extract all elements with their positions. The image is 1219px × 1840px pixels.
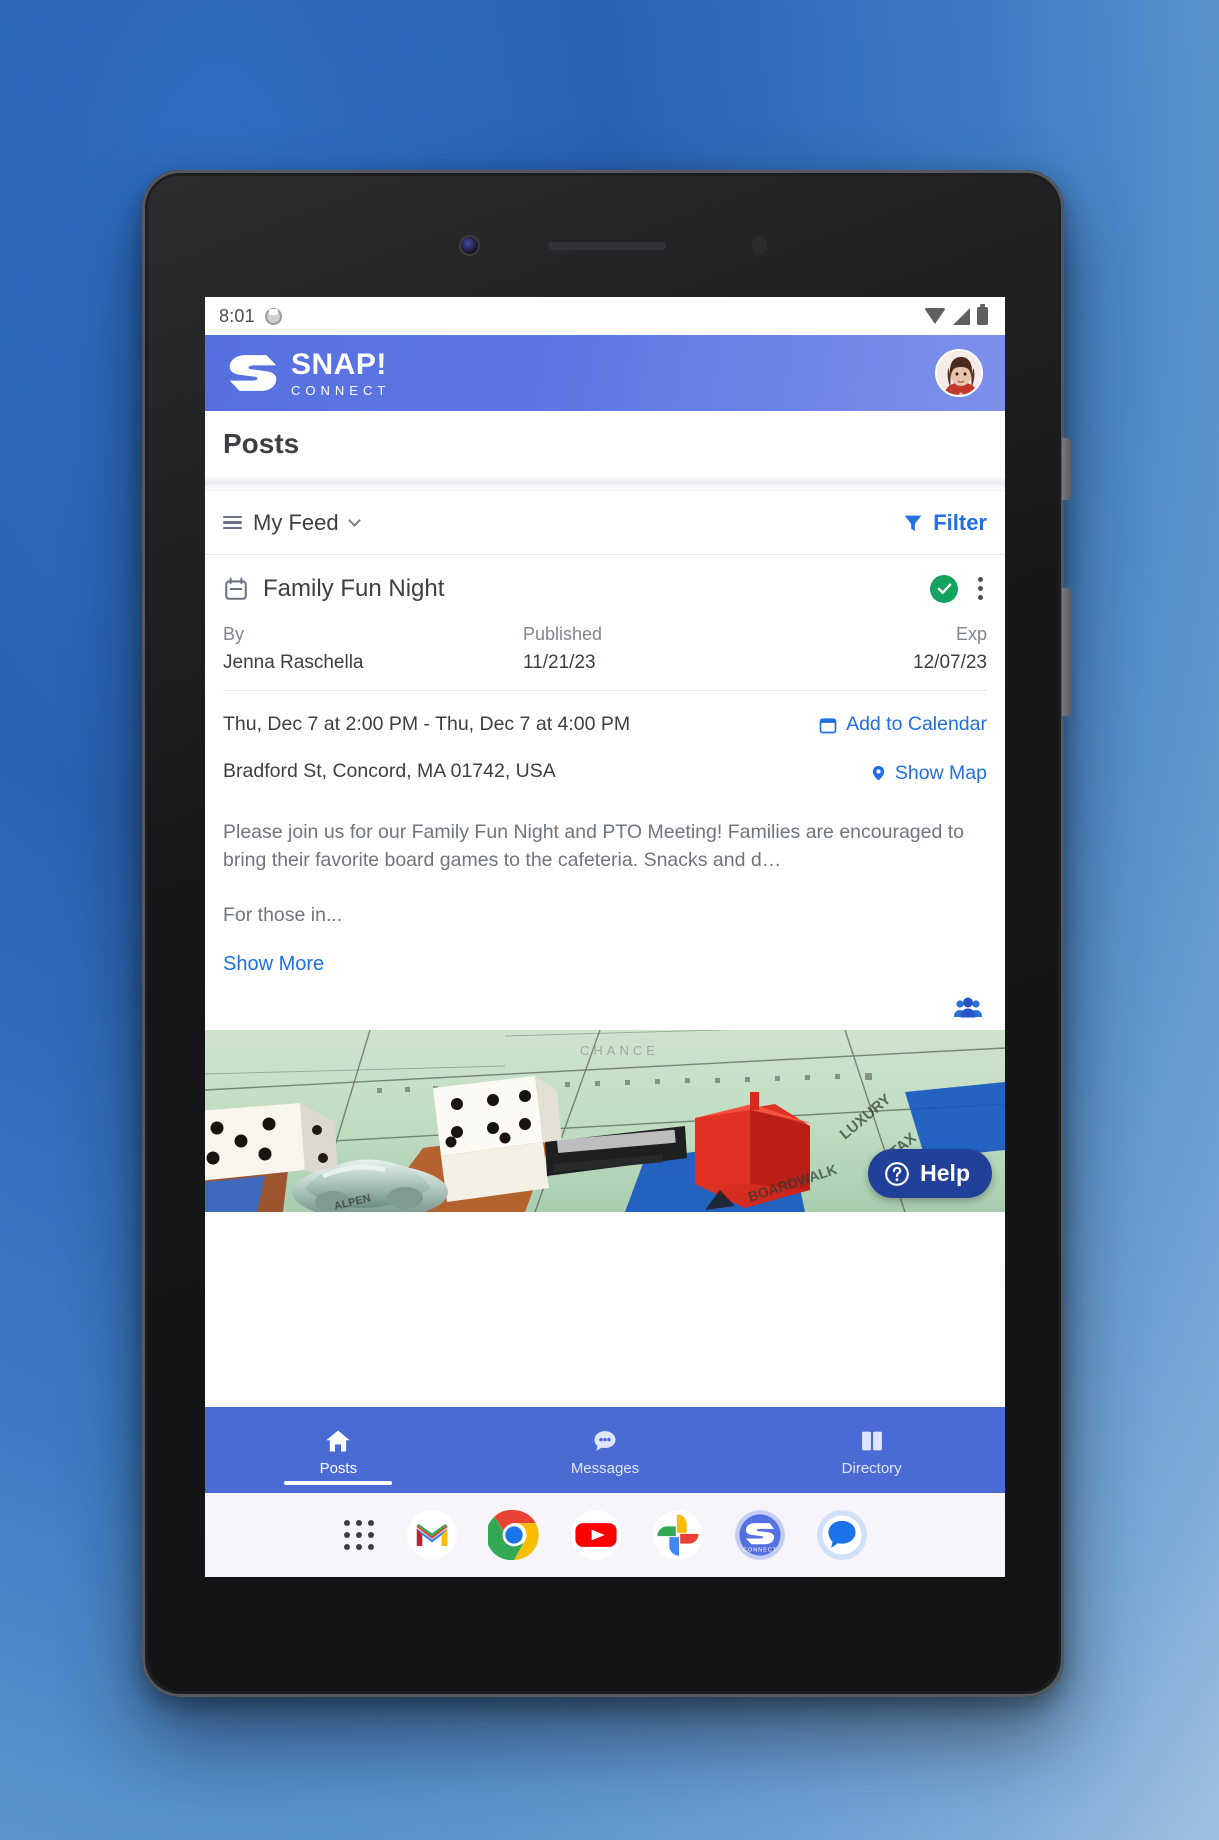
- map-pin-icon: [872, 766, 885, 781]
- event-details: Thu, Dec 7 at 2:00 PM - Thu, Dec 7 at 4:…: [205, 691, 1005, 789]
- post-media[interactable]: CHANCE LUXURY TAX BOARDWALK ALPEN Help: [205, 1030, 1005, 1213]
- hamburger-icon: [223, 515, 242, 530]
- help-button[interactable]: Help: [868, 1149, 992, 1199]
- section-divider: [205, 477, 1005, 491]
- show-more-link[interactable]: Show More: [223, 953, 324, 976]
- app-notification-icon: [264, 307, 282, 325]
- brand-title: SNAP!: [291, 347, 387, 381]
- help-label: Help: [920, 1160, 970, 1187]
- group-people-icon[interactable]: [953, 996, 983, 1020]
- proximity-sensor-icon: [752, 235, 767, 255]
- event-datetime-row: Thu, Dec 7 at 2:00 PM - Thu, Dec 7 at 4:…: [223, 711, 987, 738]
- verified-check-icon: [930, 574, 958, 603]
- app-bar: SNAP! CONNECT: [205, 335, 1005, 411]
- brand-words: SNAP! CONNECT: [291, 347, 391, 398]
- feed-selector-label: My Feed: [253, 509, 339, 535]
- published-value: 11/21/23: [523, 652, 596, 673]
- expires-value: 12/07/23: [913, 652, 987, 673]
- google-messages-icon[interactable]: [816, 1509, 868, 1561]
- add-to-calendar-button[interactable]: Add to Calendar: [818, 711, 987, 736]
- snap-s-logo-icon: [229, 355, 277, 391]
- filter-label: Filter: [933, 509, 987, 535]
- earpiece-speaker: [548, 242, 666, 250]
- youtube-icon[interactable]: [570, 1509, 622, 1561]
- post-title: Family Fun Night: [263, 574, 445, 602]
- post-title-left: Family Fun Night: [223, 575, 444, 603]
- status-clock: 8:01: [219, 305, 255, 326]
- snap-connect-icon[interactable]: CONNECT: [734, 1509, 786, 1561]
- nav-active-indicator: [284, 1481, 393, 1485]
- svg-text:CHANCE: CHANCE: [580, 1043, 659, 1058]
- post-audience-row: [205, 976, 1005, 1030]
- nav-label-posts: Posts: [319, 1460, 358, 1477]
- wifi-icon: [924, 308, 946, 324]
- question-circle-icon: [885, 1161, 910, 1186]
- filter-funnel-icon: [904, 515, 922, 531]
- post-metadata: By Jenna Raschella Published 11/21/23 Ex…: [223, 624, 987, 674]
- published-label: Published: [523, 624, 603, 644]
- post-expires-column: Exp 12/07/23: [773, 624, 987, 674]
- post-status-group: [930, 573, 987, 604]
- nav-label-directory: Directory: [841, 1460, 902, 1477]
- post-body-continuation: For those in...: [223, 904, 343, 927]
- battery-icon: [977, 304, 988, 325]
- brand-lockup: SNAP! CONNECT: [227, 347, 391, 398]
- avatar-photo: [937, 351, 981, 395]
- page-header: Posts: [205, 411, 1005, 477]
- post-author-column: By Jenna Raschella: [223, 624, 523, 674]
- nav-item-directory[interactable]: Directory: [738, 1407, 1005, 1493]
- event-location: Bradford St, Concord, MA 01742, USA: [223, 759, 556, 782]
- more-vertical-icon[interactable]: [974, 573, 987, 604]
- home-icon: [326, 1430, 350, 1452]
- brand-subtitle: CONNECT: [291, 382, 391, 398]
- calendar-event-icon: [225, 577, 247, 600]
- status-bar-left: 8:01: [219, 306, 282, 327]
- app-drawer-icon[interactable]: [342, 1518, 376, 1552]
- power-button[interactable]: [1062, 438, 1071, 500]
- feed-toolbar: My Feed Filter: [205, 491, 1005, 555]
- front-camera-icon: [461, 237, 478, 254]
- svg-text:CONNECT: CONNECT: [743, 1547, 777, 1553]
- author-value: Jenna Raschella: [223, 652, 364, 673]
- calendar-add-icon: [819, 717, 837, 733]
- post-card: Family Fun Night By Jenna Raschella Publ…: [205, 555, 1005, 1407]
- filter-button[interactable]: Filter: [902, 510, 987, 536]
- tablet-screen: 8:01 SNAP! CONNECT Posts My Feed Filter …: [205, 297, 1005, 1577]
- feed-selector[interactable]: My Feed: [223, 509, 361, 536]
- show-map-label: Show Map: [894, 761, 987, 784]
- bottom-navigation: Posts Messages Directory: [205, 1407, 1005, 1493]
- book-open-icon: [861, 1431, 882, 1451]
- expires-label: Exp: [955, 624, 987, 644]
- android-dock: CONNECT: [205, 1493, 1005, 1577]
- chrome-icon[interactable]: [488, 1509, 540, 1561]
- cell-signal-icon: [953, 307, 970, 325]
- google-photos-icon[interactable]: [652, 1509, 704, 1561]
- volume-button[interactable]: [1062, 588, 1071, 716]
- nav-item-posts[interactable]: Posts: [205, 1407, 472, 1493]
- show-map-button[interactable]: Show Map: [870, 760, 987, 785]
- status-bar-right: [924, 304, 988, 325]
- post-published-column: Published 11/21/23: [523, 624, 773, 674]
- chat-bubble-icon: [594, 1431, 616, 1451]
- post-header: Family Fun Night By Jenna Raschella Publ…: [205, 555, 1005, 690]
- status-bar: 8:01: [205, 297, 1005, 335]
- nav-item-messages[interactable]: Messages: [472, 1407, 739, 1493]
- post-title-row: Family Fun Night: [223, 573, 987, 604]
- post-body-text: Please join us for our Family Fun Night …: [223, 820, 964, 871]
- event-location-row: Bradford St, Concord, MA 01742, USA Show…: [223, 760, 987, 785]
- post-body: Please join us for our Family Fun Night …: [205, 789, 1005, 976]
- event-datetime: Thu, Dec 7 at 2:00 PM - Thu, Dec 7 at 4:…: [223, 713, 631, 735]
- page-title: Posts: [223, 428, 300, 459]
- add-to-calendar-label: Add to Calendar: [846, 713, 987, 735]
- nav-label-messages: Messages: [570, 1460, 640, 1477]
- author-label: By: [223, 624, 245, 644]
- chevron-down-icon: [347, 513, 361, 527]
- avatar[interactable]: [935, 349, 983, 397]
- gmail-icon[interactable]: [406, 1509, 458, 1561]
